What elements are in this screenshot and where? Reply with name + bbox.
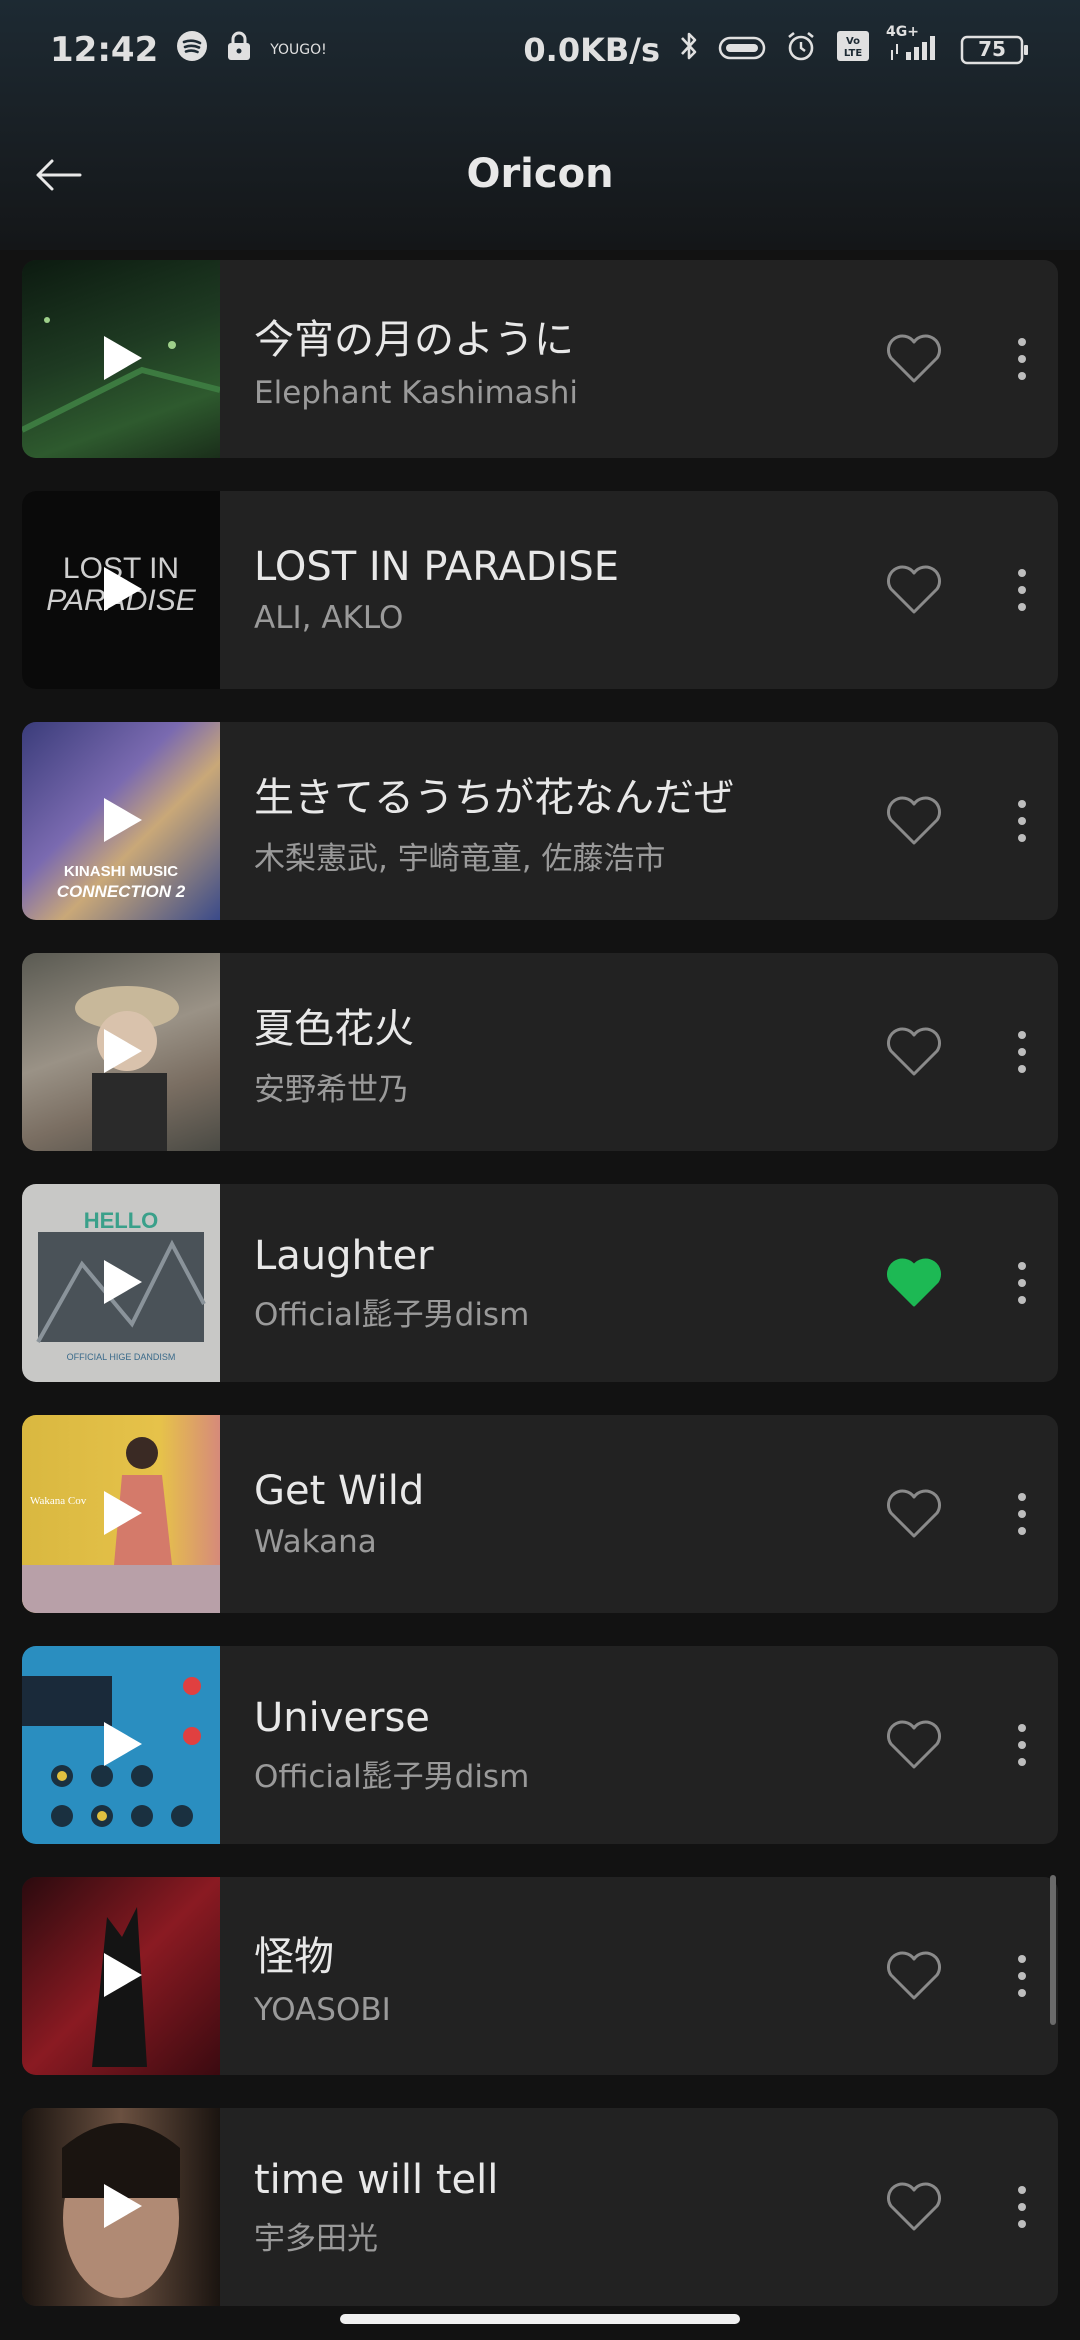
arrow-left-icon xyxy=(36,159,82,191)
more-options-button[interactable] xyxy=(992,1484,1052,1544)
like-button[interactable] xyxy=(884,560,944,620)
more-options-button[interactable] xyxy=(992,329,1052,389)
battery-icon: 75 xyxy=(960,34,1030,66)
heart-outline-icon xyxy=(886,1489,942,1538)
top-bar: Oricon xyxy=(0,100,1080,250)
album-cover xyxy=(22,953,220,1151)
alarm-icon xyxy=(784,29,818,71)
play-icon[interactable] xyxy=(104,1491,142,1535)
app-tag: YOUGO! xyxy=(270,42,327,58)
like-button[interactable] xyxy=(884,1715,944,1775)
network-type: 4G+ xyxy=(886,24,919,40)
track-row[interactable]: KINASHI MUSIC CONNECTION 2 生きてるうちが花なんだぜ … xyxy=(22,722,1058,920)
signal-icon: 4G+ xyxy=(886,24,942,70)
page-title: Oricon xyxy=(466,151,614,197)
album-cover xyxy=(22,1877,220,2075)
cover-text: Wakana Cov xyxy=(30,1495,87,1507)
play-icon[interactable] xyxy=(104,336,142,380)
cover-text: KINASHI MUSIC CONNECTION 2 xyxy=(56,863,186,901)
more-options-button[interactable] xyxy=(992,560,1052,620)
status-bar: 12:42 YOUGO! 0.0KB/s Vo LTE 4G+ 75 xyxy=(0,0,1080,100)
svg-text:Vo: Vo xyxy=(846,36,860,47)
heart-filled-icon xyxy=(886,1258,942,1307)
play-icon[interactable] xyxy=(104,1260,142,1304)
like-button[interactable] xyxy=(884,329,944,389)
like-button[interactable] xyxy=(884,2177,944,2237)
track-row[interactable]: Universe Official髭子男dism xyxy=(22,1646,1058,1844)
track-row[interactable]: 怪物 YOASOBI xyxy=(22,1877,1058,2075)
like-button[interactable] xyxy=(884,1022,944,1082)
track-row[interactable]: time will tell 宇多田光 xyxy=(22,2108,1058,2306)
more-options-button[interactable] xyxy=(992,1022,1052,1082)
more-options-button[interactable] xyxy=(992,2177,1052,2237)
album-cover xyxy=(22,2108,220,2306)
heart-outline-icon xyxy=(886,565,942,614)
heart-outline-icon xyxy=(886,1951,942,2000)
clock: 12:42 xyxy=(50,30,159,70)
track-row[interactable]: Wakana Cov Get Wild Wakana xyxy=(22,1415,1058,1613)
album-cover: LOST IN PARADISE xyxy=(22,491,220,689)
more-options-button[interactable] xyxy=(992,1715,1052,1775)
home-indicator[interactable] xyxy=(340,2314,740,2324)
heart-outline-icon xyxy=(886,1027,942,1076)
battery-level: 75 xyxy=(978,37,1006,61)
like-button[interactable] xyxy=(884,1484,944,1544)
like-button[interactable] xyxy=(884,791,944,851)
more-options-button[interactable] xyxy=(992,1946,1052,2006)
album-cover: KINASHI MUSIC CONNECTION 2 xyxy=(22,722,220,920)
more-options-button[interactable] xyxy=(992,1253,1052,1313)
play-icon[interactable] xyxy=(104,1722,142,1766)
track-row[interactable]: LOST IN PARADISE LOST IN PARADISE ALI, A… xyxy=(22,491,1058,689)
play-icon[interactable] xyxy=(104,798,142,842)
lock-icon xyxy=(226,30,252,70)
play-icon[interactable] xyxy=(104,1953,142,1997)
play-icon[interactable] xyxy=(104,2184,142,2228)
cover-text: HELLO xyxy=(83,1208,159,1233)
scrollbar[interactable] xyxy=(1050,1875,1056,2025)
volte-icon: Vo LTE xyxy=(836,30,870,70)
svg-text:LTE: LTE xyxy=(844,48,863,59)
like-button[interactable] xyxy=(884,1946,944,2006)
track-row[interactable]: HELLO OFFICIAL HIGE DANDISM Laughter Off… xyxy=(22,1184,1058,1382)
heart-outline-icon xyxy=(886,1720,942,1769)
album-cover: HELLO OFFICIAL HIGE DANDISM xyxy=(22,1184,220,1382)
more-options-button[interactable] xyxy=(992,791,1052,851)
network-speed: 0.0KB/s xyxy=(523,31,660,69)
track-row[interactable]: 夏色花火 安野希世乃 xyxy=(22,953,1058,1151)
track-row[interactable]: 今宵の月のように Elephant Kashimashi xyxy=(22,260,1058,458)
track-list: 今宵の月のように Elephant Kashimashi LOST IN PAR… xyxy=(22,260,1058,2339)
cover-caption: OFFICIAL HIGE DANDISM xyxy=(66,1352,176,1362)
album-cover xyxy=(22,260,220,458)
heart-outline-icon xyxy=(886,2182,942,2231)
bluetooth-icon xyxy=(678,29,700,71)
heart-outline-icon xyxy=(886,334,942,383)
toggle-icon xyxy=(718,31,766,69)
like-button[interactable] xyxy=(884,1253,944,1313)
album-cover: Wakana Cov xyxy=(22,1415,220,1613)
heart-outline-icon xyxy=(886,796,942,845)
album-cover xyxy=(22,1646,220,1844)
play-icon[interactable] xyxy=(104,567,142,611)
spotify-icon xyxy=(176,30,208,70)
play-icon[interactable] xyxy=(104,1029,142,1073)
back-button[interactable] xyxy=(28,145,88,205)
